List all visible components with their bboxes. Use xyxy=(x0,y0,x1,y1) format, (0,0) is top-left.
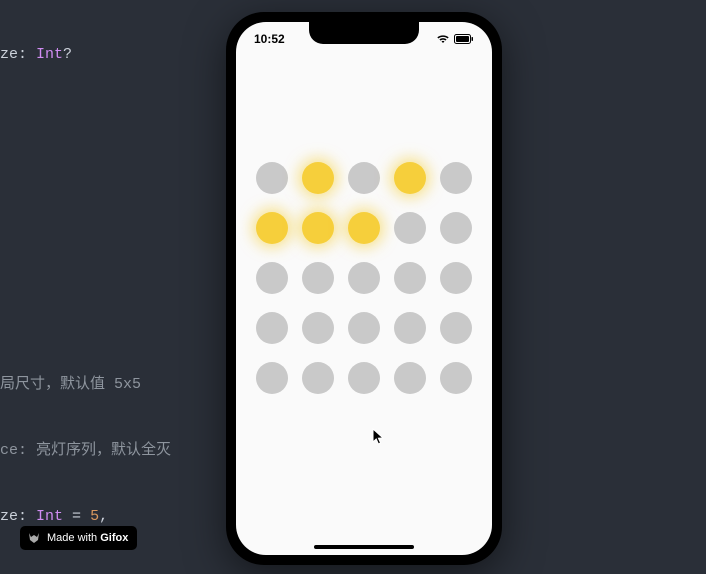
status-time: 10:52 xyxy=(254,32,285,46)
home-indicator[interactable] xyxy=(314,545,414,549)
code-token: : xyxy=(18,46,36,63)
light-cell-on[interactable] xyxy=(302,162,334,194)
light-cell-off[interactable] xyxy=(256,162,288,194)
light-cell-off[interactable] xyxy=(394,312,426,344)
battery-icon xyxy=(454,34,474,44)
light-row xyxy=(256,212,472,244)
gifox-label: Made with Gifox xyxy=(47,532,128,544)
light-cell-off[interactable] xyxy=(302,262,334,294)
light-cell-off[interactable] xyxy=(302,362,334,394)
light-row xyxy=(256,362,472,394)
light-cell-off[interactable] xyxy=(394,362,426,394)
light-cell-off[interactable] xyxy=(440,362,472,394)
light-cell-off[interactable] xyxy=(348,262,380,294)
gifox-fox-icon xyxy=(27,531,41,545)
code-comment: 局尺寸，默认值 5x5 xyxy=(0,376,141,393)
gifox-badge[interactable]: Made with Gifox xyxy=(20,526,137,550)
light-row xyxy=(256,162,472,194)
iphone-frame: 10:52 xyxy=(226,12,502,565)
light-cell-off[interactable] xyxy=(348,362,380,394)
light-cell-on[interactable] xyxy=(256,212,288,244)
gifox-prefix: Made with xyxy=(47,532,100,544)
code-token: ze xyxy=(0,46,18,63)
wifi-icon xyxy=(436,34,450,44)
light-cell-off[interactable] xyxy=(348,162,380,194)
light-cell-off[interactable] xyxy=(256,362,288,394)
light-cell-on[interactable] xyxy=(302,212,334,244)
light-cell-on[interactable] xyxy=(394,162,426,194)
light-cell-off[interactable] xyxy=(440,312,472,344)
light-row xyxy=(256,262,472,294)
light-grid[interactable] xyxy=(236,162,492,394)
light-cell-off[interactable] xyxy=(256,262,288,294)
gifox-brand: Gifox xyxy=(100,532,128,544)
code-token: , xyxy=(99,508,108,525)
light-cell-off[interactable] xyxy=(440,162,472,194)
code-token: ze xyxy=(0,508,18,525)
code-token: ? xyxy=(63,46,72,63)
light-cell-on[interactable] xyxy=(348,212,380,244)
iphone-screen: 10:52 xyxy=(236,22,492,555)
light-row xyxy=(256,312,472,344)
light-cell-off[interactable] xyxy=(394,262,426,294)
code-token: = xyxy=(63,508,90,525)
light-cell-off[interactable] xyxy=(348,312,380,344)
code-token: : xyxy=(18,508,36,525)
code-comment: ce xyxy=(0,442,18,459)
light-cell-off[interactable] xyxy=(256,312,288,344)
light-cell-off[interactable] xyxy=(440,262,472,294)
light-cell-off[interactable] xyxy=(302,312,334,344)
code-comment: : 亮灯序列，默认全灭 xyxy=(18,442,171,459)
status-icons xyxy=(436,34,474,44)
code-token: Int xyxy=(36,46,63,63)
code-token: 5 xyxy=(90,508,99,525)
code-token: Int xyxy=(36,508,63,525)
iphone-notch xyxy=(309,22,419,44)
light-cell-off[interactable] xyxy=(394,212,426,244)
light-cell-off[interactable] xyxy=(440,212,472,244)
